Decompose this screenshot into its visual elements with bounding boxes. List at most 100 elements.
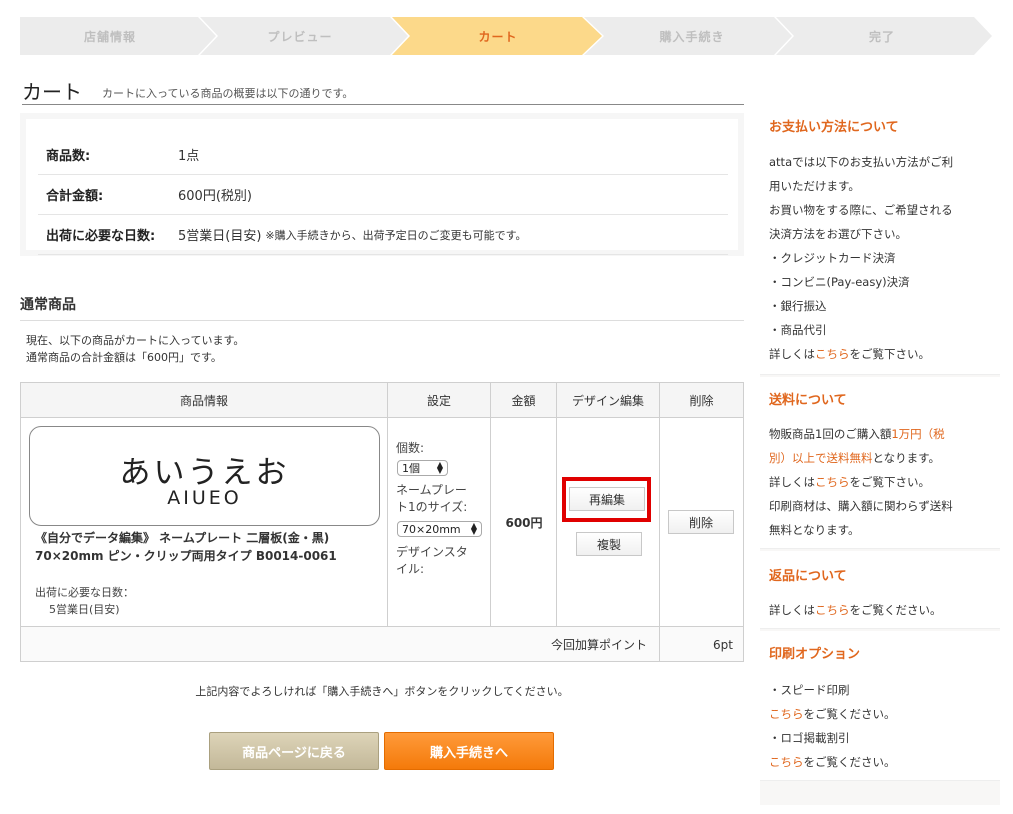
plate-text-en: AIUEO xyxy=(167,487,242,509)
summary-count-row: 商品数: 1点 xyxy=(38,135,728,175)
delete-button[interactable]: 削除 xyxy=(668,510,734,534)
speed-print-link[interactable]: こちら xyxy=(769,707,804,721)
print-option-logo: ・ロゴ掲載割引 xyxy=(769,731,850,745)
select-arrows-icon: ▲ ▼ xyxy=(436,460,443,475)
shipping-line-text: 物販商品1回のご購入額 xyxy=(769,427,892,441)
step-shop-info: 店舗情報 xyxy=(20,17,200,55)
payment-text: attaでは以下のお支払い方法がご利 用いただけます。 お買い物をする際に、ご希… xyxy=(769,150,995,366)
shipping-text: 物販商品1回のご購入額1万円（税 別）以上で送料無料となります。 詳しくはこちら… xyxy=(769,422,995,542)
cart-table: 商品情報 設定 金額 デザイン編集 削除 あいうえお AIUEO 《自分でデータ… xyxy=(20,382,744,662)
style-label-line: イル: xyxy=(396,562,425,576)
print-title: 印刷オプション xyxy=(769,647,861,662)
payment-more: 詳しくはこちらをご覧下さい。 xyxy=(769,342,995,366)
print-option-logo-link: こちらをご覧ください。 xyxy=(769,750,995,774)
step-label: カート xyxy=(478,29,518,44)
shipping-line: 別）以上で送料無料となります。 xyxy=(769,446,995,470)
shipping-label: 出荷に必要な日数： xyxy=(35,586,134,599)
shipping-value: 5営業日(目安) xyxy=(49,603,120,616)
product-name-line: 《自分でデータ編集》 ネームプレート 二層板(金・黒) xyxy=(35,531,330,545)
summary-total-row: 合計金額: 600円(税別) xyxy=(38,175,728,215)
step-label: 購入手続き xyxy=(659,29,725,44)
product-name-line: 70×20mm ピン・クリップ両用タイプ B0014-0061 xyxy=(35,549,337,563)
returns-more-post: をご覧ください。 xyxy=(849,603,942,617)
qty-select[interactable]: 1個 ▲ ▼ xyxy=(397,460,448,476)
step-cart: カート xyxy=(398,17,598,55)
summary-days-row: 出荷に必要な日数: 5営業日(目安) ※購入手続きから、出荷予定日のご変更も可能… xyxy=(38,215,728,255)
section-desc-line: 現在、以下の商品がカートに入っています。 xyxy=(26,334,245,347)
header-product-info: 商品情報 xyxy=(21,383,388,418)
returns-title: 返品について xyxy=(769,569,847,584)
copy-button[interactable]: 複製 xyxy=(576,532,642,556)
table-row: あいうえお AIUEO 《自分でデータ編集》 ネームプレート 二層板(金・黒) … xyxy=(21,418,388,626)
product-name: 《自分でデータ編集》 ネームプレート 二層板(金・黒) 70×20mm ピン・ク… xyxy=(35,529,385,565)
price-cell: 600円 xyxy=(491,418,557,626)
step-purchase: 購入手続き xyxy=(594,17,790,55)
shipping-line: 物販商品1回のご購入額1万円（税 xyxy=(769,422,995,446)
payment-line: ・商品代引 xyxy=(769,323,827,337)
reedit-button[interactable]: 再編集 xyxy=(569,487,645,511)
page-subtitle: カートに入っている商品の概要は以下の通りです。 xyxy=(102,87,354,100)
returns-more-pre: 詳しくは xyxy=(769,603,815,617)
summary-total-label: 合計金額: xyxy=(46,189,104,204)
page-title: カート xyxy=(22,80,82,104)
returns-more-link[interactable]: こちら xyxy=(815,603,850,617)
size-label-line: ネームプレー xyxy=(396,483,467,497)
payment-more-post: をご覧下さい。 xyxy=(849,347,931,361)
header-settings: 設定 xyxy=(388,383,491,418)
logo-discount-link[interactable]: こちら xyxy=(769,755,804,769)
size-label-line: ト1のサイズ: xyxy=(396,500,468,514)
shipping-title: 送料について xyxy=(769,393,847,408)
shipping-more-post: をご覧下さい。 xyxy=(849,475,931,489)
summary-count-value: 1点 xyxy=(178,149,200,164)
qty-value: 1個 xyxy=(402,462,420,475)
points-label: 今回加算ポイント xyxy=(21,627,660,662)
style-label: デザインスタ イル: xyxy=(396,544,468,578)
page-header: カート カートに入っている商品の概要は以下の通りです。 xyxy=(22,76,744,105)
plate-text-jp: あいうえお xyxy=(119,455,290,491)
step-complete: 完了 xyxy=(784,17,980,55)
select-arrows-icon: ▲ ▼ xyxy=(470,521,477,536)
shipping-line: 印刷商材は、購入額に関わらず送料 xyxy=(769,499,953,513)
shipping-more-link[interactable]: こちら xyxy=(815,475,850,489)
section-description: 現在、以下の商品がカートに入っています。 通常商品の合計金額は「600円」です。 xyxy=(26,332,244,366)
back-to-product-button[interactable]: 商品ページに戻る xyxy=(209,732,379,770)
shipping-free-highlight: 別）以上で送料無料 xyxy=(769,451,873,465)
confirm-message: 上記内容でよろしければ「購入手続きへ」ボタンをクリックしてください。 xyxy=(195,685,569,698)
product-shipping: 出荷に必要な日数： 5営業日(目安) xyxy=(35,584,134,618)
design-edit-cell: 再編集 複製 xyxy=(557,418,660,626)
header-design-edit: デザイン編集 xyxy=(557,383,660,418)
print-option-speed: ・スピード印刷 xyxy=(769,683,850,697)
delete-cell: 削除 xyxy=(660,418,743,626)
payment-line: ・コンビニ(Pay-easy)決済 xyxy=(769,275,910,289)
step-label: プレビュー xyxy=(267,29,333,44)
size-select[interactable]: 70×20mm ▲ ▼ xyxy=(397,521,482,537)
product-preview[interactable]: あいうえお AIUEO xyxy=(29,426,380,526)
sidebar-shipping: 送料について 物販商品1回のご購入額1万円（税 別）以上で送料無料となります。 … xyxy=(760,377,1000,549)
payment-more-pre: 詳しくは xyxy=(769,347,815,361)
payment-line: attaでは以下のお支払い方法がご利 xyxy=(769,155,954,169)
header-price: 金額 xyxy=(491,383,557,418)
payment-title: お支払い方法について xyxy=(769,120,899,135)
step-label: 店舗情報 xyxy=(83,29,136,44)
summary-total-value: 600円(税別) xyxy=(178,189,252,204)
style-label-line: デザインスタ xyxy=(396,545,468,559)
shipping-line: 無料となります。 xyxy=(769,523,860,537)
summary-count-label: 商品数: xyxy=(46,149,91,164)
sidebar-payment: お支払い方法について attaでは以下のお支払い方法がご利 用いただけます。 お… xyxy=(760,103,1000,375)
settings-cell: 個数: 1個 ▲ ▼ ネームプレー ト1のサイズ: 70×20mm ▲ ▼ デザイン… xyxy=(388,418,491,626)
sidebar-print-options: 印刷オプション ・スピード印刷 こちらをご覧ください。 ・ロゴ掲載割引 こちらを… xyxy=(760,631,1000,781)
proceed-to-purchase-button[interactable]: 購入手続きへ xyxy=(384,732,554,770)
step-preview: プレビュー xyxy=(200,17,400,55)
section-desc-line: 通常商品の合計金額は「600円」です。 xyxy=(26,351,222,364)
qty-label: 個数: xyxy=(396,441,425,455)
shipping-line-text: となります。 xyxy=(872,451,941,465)
print-link-post: をご覧ください。 xyxy=(803,707,896,721)
payment-more-link[interactable]: こちら xyxy=(815,347,850,361)
payment-line: 決済方法をお選び下さい。 xyxy=(769,227,907,241)
size-value: 70×20mm xyxy=(402,522,461,536)
progress-steps: 店舗情報 プレビュー カート 購入手続き 完了 xyxy=(20,17,992,55)
summary-days-note: ※購入手続きから、出荷予定日のご変更も可能です。 xyxy=(265,228,527,242)
points-value: 6pt xyxy=(713,637,733,652)
payment-line: ・銀行振込 xyxy=(769,299,827,313)
sidebar: お支払い方法について attaでは以下のお支払い方法がご利 用いただけます。 お… xyxy=(760,103,1000,805)
